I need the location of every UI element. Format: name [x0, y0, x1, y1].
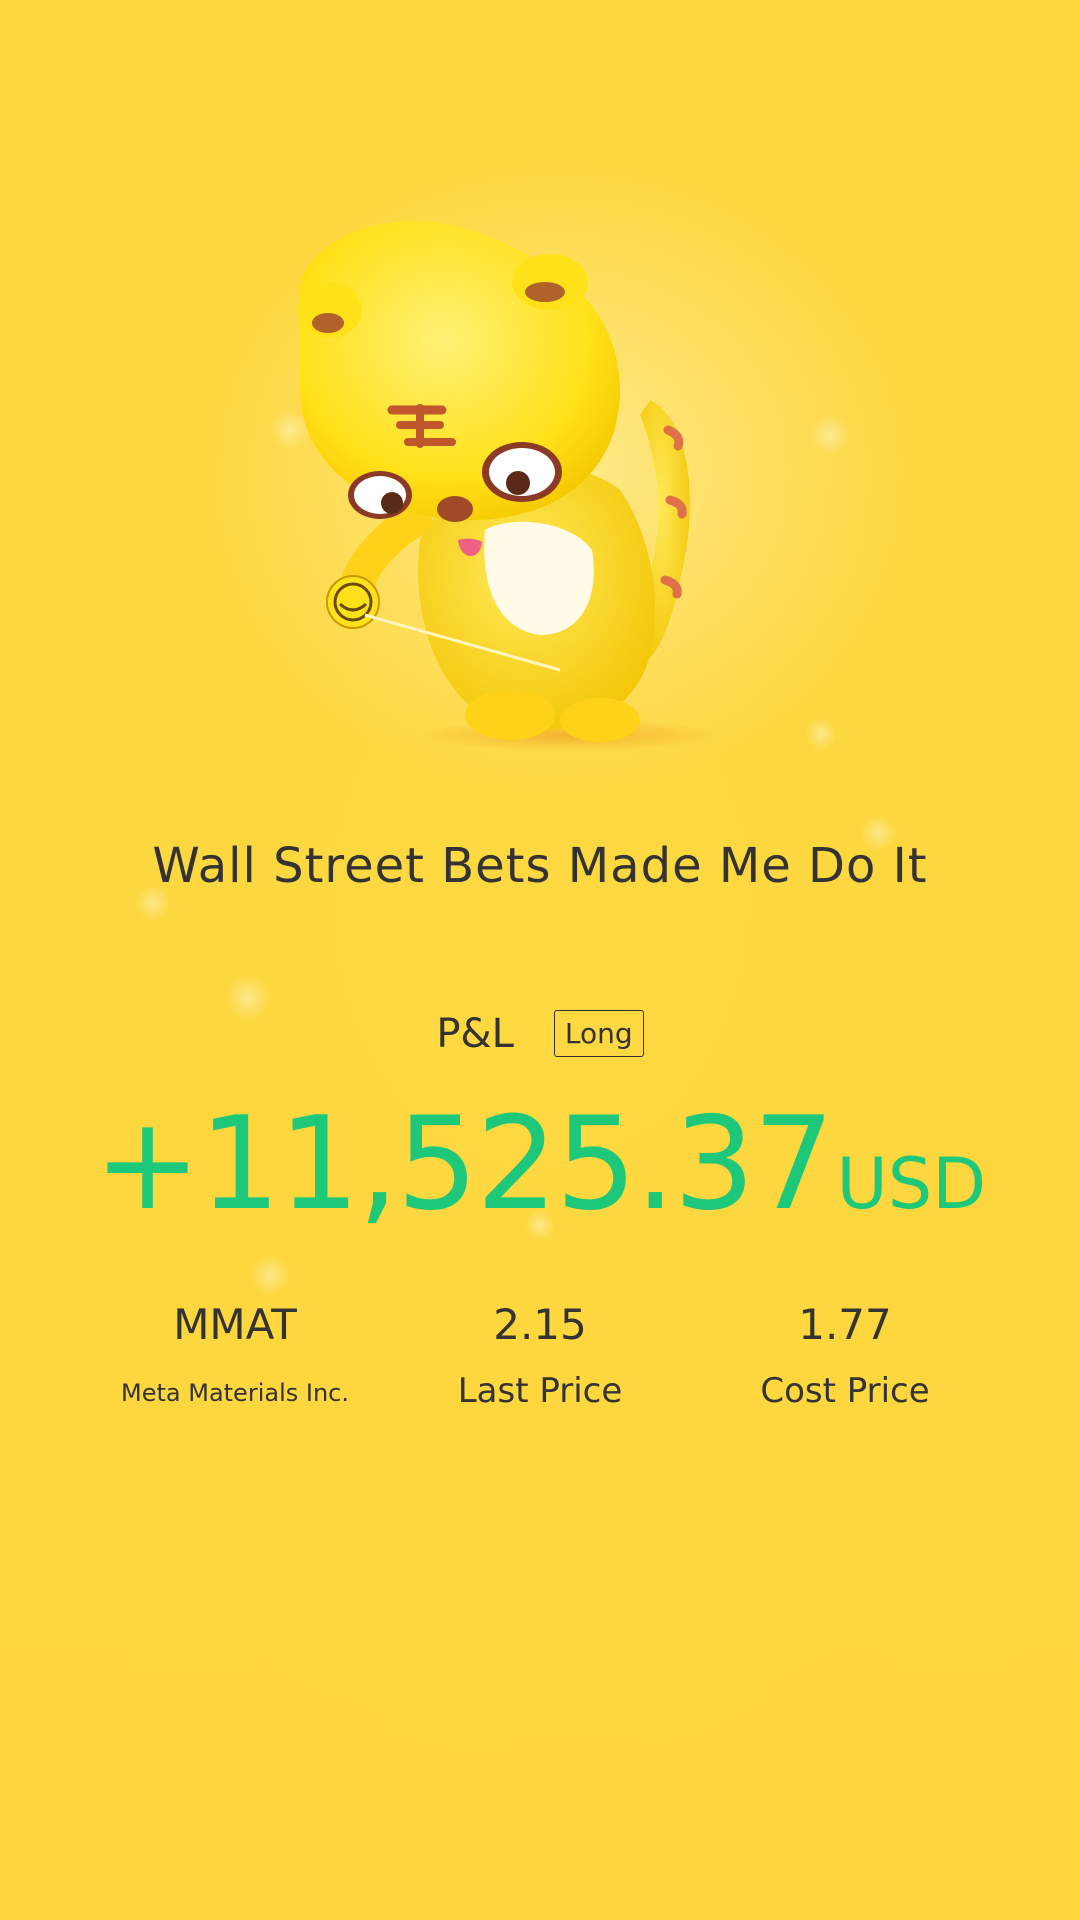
symbol-ticker: MMAT: [173, 1300, 297, 1349]
stat-symbol: MMAT Meta Materials Inc.: [85, 1300, 385, 1407]
stat-cost-price: 1.77 Cost Price: [695, 1300, 995, 1411]
pnl-share-card: Wall Street Bets Made Me Do It P&L Long …: [0, 0, 1080, 1920]
page-title: Wall Street Bets Made Me Do It: [152, 838, 928, 894]
bokeh-dot: [250, 1255, 290, 1295]
pnl-amount: +11,525.37USD: [0, 1090, 1080, 1239]
position-stats: MMAT Meta Materials Inc. 2.15 Last Price…: [0, 1300, 1080, 1440]
stat-last-price: 2.15 Last Price: [390, 1300, 690, 1411]
company-name: Meta Materials Inc.: [121, 1379, 349, 1407]
pnl-currency: USD: [836, 1143, 987, 1225]
cost-price-label: Cost Price: [760, 1371, 930, 1411]
bokeh-dot: [805, 718, 837, 750]
bokeh-dot: [810, 415, 850, 455]
tiger-mascot-icon: [298, 220, 720, 751]
pnl-amount-value: +11,525.37: [93, 1090, 835, 1239]
pnl-label: P&L: [436, 1010, 514, 1057]
position-side-badge: Long: [553, 1010, 644, 1057]
last-price-label: Last Price: [457, 1371, 623, 1411]
last-price-value: 2.15: [493, 1300, 587, 1349]
cost-price-value: 1.77: [798, 1300, 892, 1349]
pnl-header: P&L Long: [0, 1010, 1080, 1057]
